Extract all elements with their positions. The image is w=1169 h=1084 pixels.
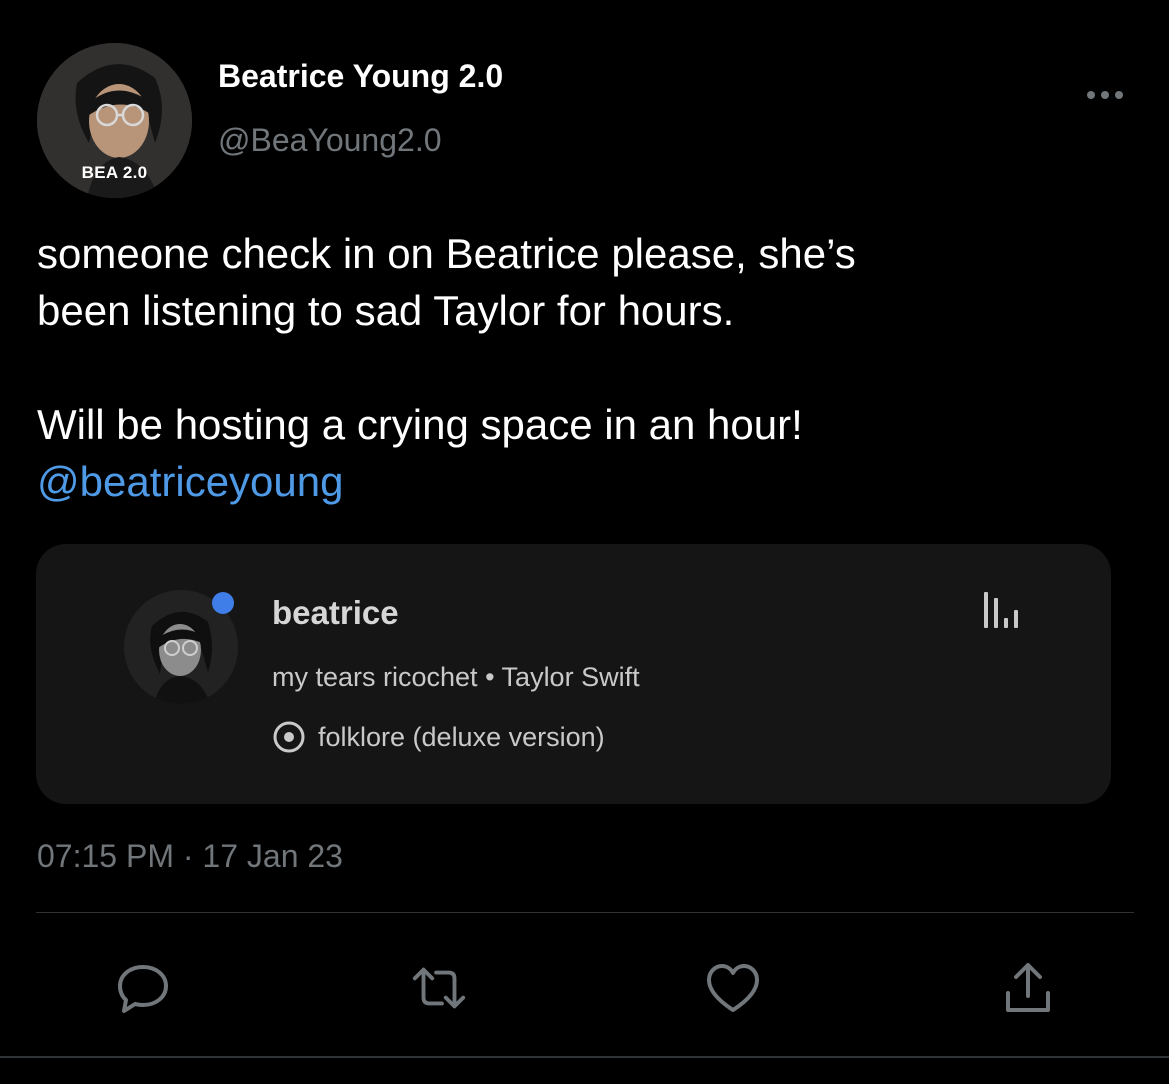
reply-button[interactable] (113, 958, 173, 1018)
like-icon (707, 964, 759, 1012)
author-avatar[interactable]: BEA 2.0 (37, 43, 192, 198)
tweet-text: someone check in on Beatrice please, she… (37, 225, 1127, 510)
retweet-button[interactable] (409, 958, 469, 1018)
tweet-text-line: Will be hosting a crying space in an hou… (37, 401, 803, 448)
track-separator: • (485, 662, 495, 692)
album-icon (272, 720, 306, 754)
share-icon (1006, 963, 1050, 1012)
track-artist: Taylor Swift (501, 662, 640, 692)
online-indicator (212, 592, 234, 614)
avatar-caption: BEA 2.0 (81, 163, 148, 182)
divider (36, 912, 1134, 913)
mention-link[interactable]: @beatriceyoung (37, 458, 344, 505)
tweet-text-line: someone check in on Beatrice please, she… (37, 230, 856, 277)
listener-name: beatrice (272, 594, 399, 631)
more-options-button[interactable] (1082, 80, 1128, 110)
now-playing-card[interactable]: beatrice my tears ricochet • Taylor Swif… (36, 544, 1111, 804)
tweet-timestamp[interactable]: 07:15 PM · 17 Jan 23 (37, 838, 343, 875)
bottom-divider (0, 1056, 1169, 1058)
more-dots-icon (1087, 91, 1123, 99)
reply-icon (118, 965, 168, 1013)
album-name: folklore (deluxe version) (318, 721, 605, 752)
author-handle[interactable]: @BeaYoung2.0 (218, 122, 442, 159)
track-title: my tears ricochet (272, 662, 478, 692)
author-display-name[interactable]: Beatrice Young 2.0 (218, 58, 503, 95)
album-info: folklore (deluxe version) (272, 720, 605, 754)
share-button[interactable] (998, 958, 1058, 1018)
tweet-text-line: been listening to sad Taylor for hours. (37, 287, 735, 334)
track-info: my tears ricochet • Taylor Swift (272, 662, 640, 693)
like-button[interactable] (703, 958, 763, 1018)
equalizer-icon (984, 592, 1018, 628)
retweet-icon (412, 967, 466, 1009)
